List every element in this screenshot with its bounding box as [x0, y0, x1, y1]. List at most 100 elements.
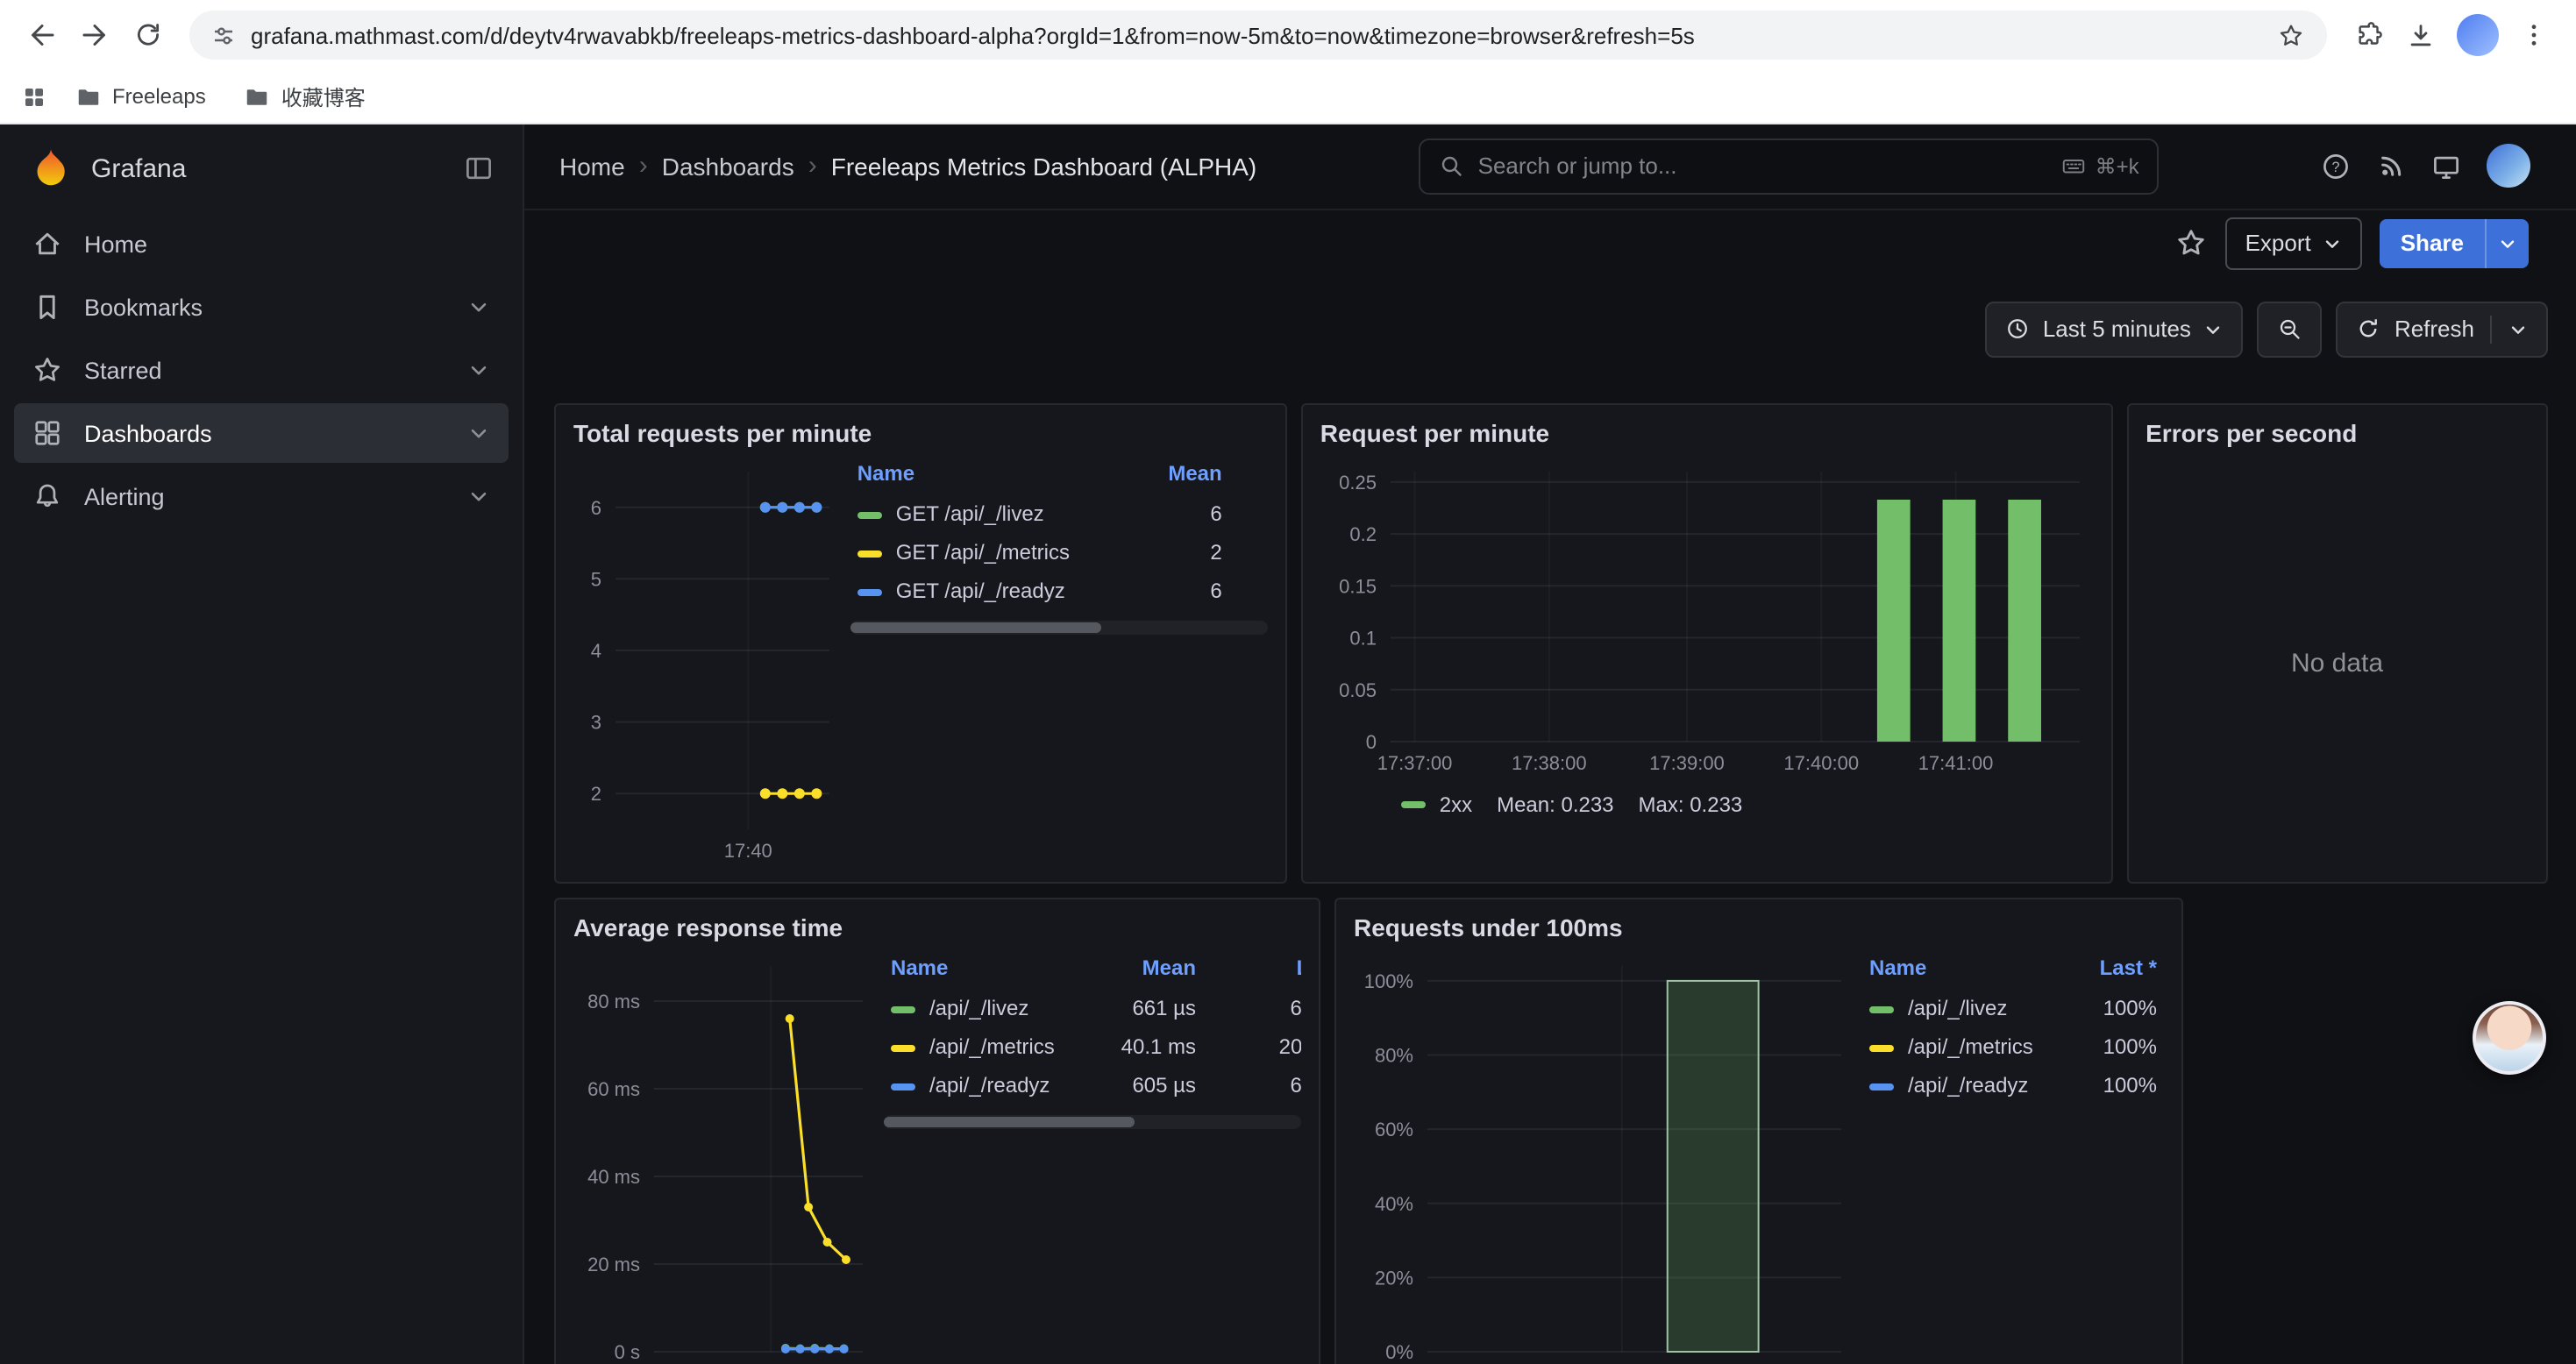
legend-header-name[interactable]: Name [850, 458, 1135, 494]
site-settings-icon[interactable] [210, 22, 237, 48]
legend-row[interactable]: /api/_/readyz 605 µs 620 µs [884, 1066, 1301, 1105]
keyboard-icon [2060, 153, 2087, 180]
legend-header-name[interactable]: Name [884, 952, 1063, 989]
breadcrumb: Home › Dashboards › Freeleaps Metrics Da… [559, 152, 1256, 181]
panel-title[interactable]: Average response time [573, 913, 1301, 941]
time-range-picker[interactable]: Last 5 minutes [1985, 302, 2244, 358]
zoom-out-button[interactable] [2258, 302, 2323, 358]
floating-assistant-avatar[interactable] [2473, 1001, 2546, 1075]
svg-text:100%: 100% [1364, 970, 1413, 992]
refresh-button[interactable]: Refresh [2337, 302, 2548, 358]
request-per-minute-chart[interactable]: 00.050.10.150.20.2517:37:0017:38:0017:39… [1320, 458, 2093, 784]
browser-toolbar: grafana.mathmast.com/d/deytv4rwavabkb/fr… [0, 0, 2576, 70]
share-dropdown-icon[interactable] [2485, 219, 2529, 268]
favorite-star-icon[interactable] [2175, 227, 2209, 260]
legend-scrollbar[interactable] [850, 621, 1268, 635]
download-icon[interactable] [2406, 20, 2436, 50]
browser-menu-icon[interactable] [2520, 21, 2548, 49]
back-icon[interactable] [18, 11, 67, 60]
url-text[interactable]: grafana.mathmast.com/d/deytv4rwavabkb/fr… [251, 22, 2262, 48]
chevron-down-icon [2322, 233, 2343, 254]
panel-total-requests: Total requests per minute 2345617:40 Nam… [554, 403, 1287, 884]
legend-row[interactable]: GET /api/_/livez 6 [850, 494, 1268, 533]
share-button[interactable]: Share [2380, 219, 2529, 268]
grafana-logo[interactable] [28, 146, 74, 191]
grafana-app: Grafana Home Bookmarks Sta [0, 124, 2576, 1364]
legend-inline[interactable]: 2xx Mean: 0.233 Max: 0.233 [1320, 784, 2093, 826]
clock-icon [2004, 316, 2031, 343]
star-icon [32, 354, 63, 386]
breadcrumb-home[interactable]: Home [559, 153, 625, 181]
chevron-down-icon[interactable] [466, 295, 491, 319]
keyboard-shortcut: ⌘+k [2060, 153, 2139, 180]
forward-icon[interactable] [70, 11, 119, 60]
chevron-down-icon[interactable] [466, 421, 491, 445]
legend: Name Last * /api/_/livez 100% [1855, 952, 2164, 1105]
svg-text:0.15: 0.15 [1339, 575, 1377, 597]
bookmarks-bar: Freeleaps 收藏博客 [0, 70, 2576, 124]
legend-header-mean[interactable]: Mean [1063, 952, 1203, 989]
sidebar-item-starred[interactable]: Starred [14, 340, 509, 400]
series-swatch [857, 511, 882, 518]
panel-title[interactable]: Request per minute [1320, 419, 2093, 447]
legend-header-last[interactable]: Last * [1203, 952, 1301, 989]
bookmark-folder-freeleaps[interactable]: Freeleaps [61, 78, 220, 115]
total-requests-chart[interactable]: 2345617:40 [573, 458, 843, 871]
export-button[interactable]: Export [2226, 217, 2362, 270]
panel-title[interactable]: Errors per second [2145, 419, 2529, 447]
legend-row[interactable]: GET /api/_/metrics 2 [850, 533, 1268, 572]
browser-actions [2345, 14, 2558, 56]
chevron-down-icon[interactable] [466, 358, 491, 382]
legend-header-name[interactable]: Name [1862, 952, 2077, 989]
legend-row[interactable]: /api/_/livez 100% [1862, 989, 2164, 1027]
chevron-down-icon[interactable] [466, 484, 491, 508]
sidebar-collapse-icon[interactable] [463, 153, 495, 184]
svg-text:0%: 0% [1385, 1341, 1413, 1363]
reload-icon[interactable] [123, 11, 172, 60]
legend-scrollbar[interactable] [884, 1115, 1301, 1129]
help-icon[interactable]: ? [2320, 151, 2352, 182]
series-swatch [1869, 1044, 1894, 1051]
brand-name[interactable]: Grafana [91, 153, 445, 183]
browser-profile-avatar[interactable] [2457, 14, 2499, 56]
top-nav: Home › Dashboards › Freeleaps Metrics Da… [524, 124, 2576, 210]
legend-header-mean[interactable]: Mean [1135, 458, 1268, 494]
chevron-down-icon[interactable] [2508, 319, 2529, 340]
user-avatar[interactable] [2487, 145, 2530, 188]
news-rss-icon[interactable] [2376, 152, 2406, 181]
svg-text:17:37:00: 17:37:00 [1377, 752, 1452, 774]
legend-header-last[interactable]: Last * [2077, 952, 2164, 989]
sidebar-item-home[interactable]: Home [14, 214, 509, 274]
legend: Name Mean GET /api/_/livez 6 [843, 458, 1268, 635]
panel-title[interactable]: Requests under 100ms [1354, 913, 2164, 941]
apps-grid-icon[interactable] [21, 83, 47, 110]
monitor-icon[interactable] [2430, 151, 2462, 182]
svg-text:5: 5 [591, 568, 601, 590]
bookmark-icon [32, 291, 63, 323]
search-input[interactable]: Search or jump to... ⌘+k [1419, 139, 2159, 195]
sidebar-item-alerting[interactable]: Alerting [14, 466, 509, 526]
svg-text:17:38:00: 17:38:00 [1512, 752, 1587, 774]
legend-row[interactable]: GET /api/_/readyz 6 [850, 572, 1268, 610]
svg-text:60%: 60% [1375, 1119, 1413, 1140]
scrollbar-thumb[interactable] [850, 622, 1101, 633]
breadcrumb-dashboards[interactable]: Dashboards [662, 153, 794, 181]
url-bar[interactable]: grafana.mathmast.com/d/deytv4rwavabkb/fr… [189, 11, 2327, 60]
panel-title[interactable]: Total requests per minute [573, 419, 1268, 447]
svg-text:20 ms: 20 ms [587, 1254, 640, 1275]
sidebar-item-bookmarks[interactable]: Bookmarks [14, 277, 509, 337]
bell-icon [32, 480, 63, 512]
legend-row[interactable]: /api/_/metrics 100% [1862, 1027, 2164, 1066]
bookmark-star-icon[interactable] [2276, 20, 2306, 50]
extensions-icon[interactable] [2355, 20, 2385, 50]
sidebar-item-dashboards[interactable]: Dashboards [14, 403, 509, 463]
legend-row[interactable]: /api/_/livez 661 µs 646 µs [884, 989, 1301, 1027]
scrollbar-thumb[interactable] [884, 1117, 1135, 1127]
search-icon [1438, 153, 1464, 180]
legend-row[interactable]: /api/_/readyz 100% [1862, 1066, 2164, 1105]
bookmark-folder-blogs[interactable]: 收藏博客 [231, 76, 380, 117]
legend-row[interactable]: /api/_/metrics 40.1 ms 20.5 ms [884, 1027, 1301, 1066]
breadcrumb-separator: › [808, 152, 817, 181]
requests-under-100ms-chart[interactable]: 0%20%40%60%80%100%17:40 [1354, 952, 1855, 1364]
average-response-time-chart[interactable]: 0 s20 ms40 ms60 ms80 ms17:40 [573, 952, 877, 1364]
